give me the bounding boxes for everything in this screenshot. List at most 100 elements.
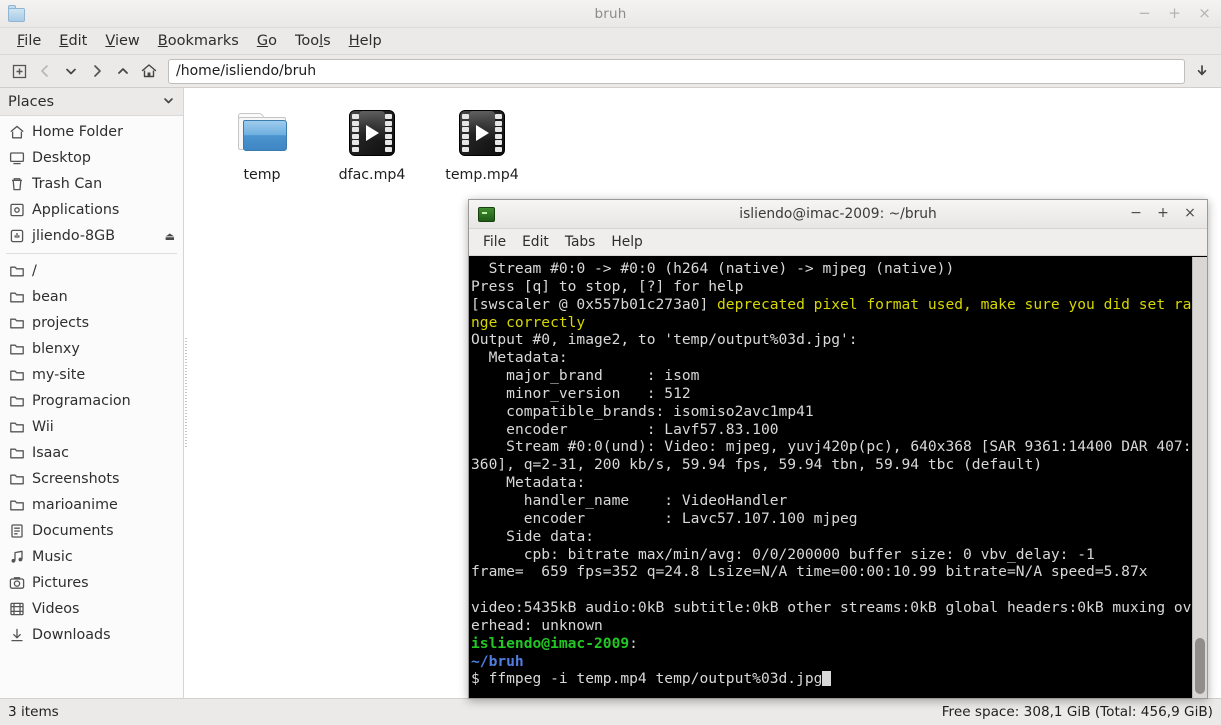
terminal-title: isliendo@imac-2009: ~/bruh: [739, 206, 937, 222]
usb-drive-icon: [8, 228, 25, 245]
maximize-button[interactable]: +: [1167, 6, 1182, 21]
terminal-menu-help[interactable]: Help: [603, 231, 650, 253]
sidebar-item-wii[interactable]: Wii: [0, 414, 183, 440]
statusbar: 3 items Free space: 308,1 GiB (Total: 45…: [0, 698, 1221, 725]
sidebar-item-programacion[interactable]: Programacion: [0, 388, 183, 414]
menu-bookmarks[interactable]: Bookmarks: [149, 30, 248, 52]
music-note-icon: [8, 549, 25, 566]
sidebar-item-marioanime[interactable]: marioanime: [0, 492, 183, 518]
folder-icon: [8, 497, 25, 514]
menu-tools[interactable]: Tools: [286, 30, 340, 52]
terminal-line: Metadata:: [471, 474, 586, 492]
folder-icon: [8, 445, 25, 462]
back-arrow-icon[interactable]: [32, 59, 58, 84]
folder-icon: [8, 419, 25, 436]
sidebar-item-videos[interactable]: Videos: [0, 596, 183, 622]
terminal-scrollbar-thumb[interactable]: [1195, 638, 1205, 694]
forward-arrow-icon[interactable]: [84, 59, 110, 84]
sidebar-item-home-folder[interactable]: Home Folder: [0, 119, 183, 145]
trash-icon: [8, 176, 25, 193]
desktop-icon: [8, 150, 25, 167]
terminal-line: ~/bruh: [471, 652, 524, 670]
terminal-output[interactable]: Stream #0:0 -> #0:0 (h264 (native) -> mj…: [469, 257, 1192, 698]
sidebar-item-label: jliendo-8GB: [32, 228, 116, 244]
path-input[interactable]: /home/isliendo/bruh: [176, 63, 316, 79]
item-count-label: 3 items: [8, 704, 59, 720]
chevron-up-icon[interactable]: [110, 59, 136, 84]
sidebar-item-jliendo-8gb[interactable]: jliendo-8GB ⏏: [0, 223, 183, 249]
sidebar-item-documents[interactable]: Documents: [0, 518, 183, 544]
terminal-line: Output #0, image2, to 'temp/output%03d.j…: [471, 331, 858, 349]
places-header[interactable]: Places: [0, 88, 183, 116]
menu-help[interactable]: Help: [340, 30, 391, 52]
sidebar-item-projects[interactable]: projects: [0, 310, 183, 336]
sidebar-item-bean[interactable]: bean: [0, 284, 183, 310]
terminal-maximize-button[interactable]: +: [1156, 206, 1170, 221]
file-item[interactable]: temp.mp4: [427, 100, 537, 187]
file-item[interactable]: dfac.mp4: [317, 100, 427, 187]
terminal-menu-file[interactable]: File: [475, 231, 514, 253]
sidebar-item-[interactable]: /: [0, 258, 183, 284]
sidebar-item-downloads[interactable]: Downloads: [0, 622, 183, 648]
free-space-label: Free space: 308,1 GiB (Total: 456,9 GiB): [941, 704, 1213, 720]
chevron-down-icon[interactable]: [162, 94, 175, 110]
sidebar-item-label: Home Folder: [32, 124, 123, 140]
sidebar-item-label: Videos: [32, 601, 80, 617]
video-file-icon: [455, 106, 509, 160]
menu-go[interactable]: Go: [248, 30, 286, 52]
places-title: Places: [8, 93, 55, 110]
terminal-menu-edit[interactable]: Edit: [514, 231, 557, 253]
sidebar-item-label: /: [32, 263, 37, 279]
terminal-minimize-button[interactable]: −: [1129, 206, 1143, 221]
terminal-line: handler_name : VideoHandler: [471, 491, 788, 509]
places-list: Home Folder Desktop Trash Can Applications j…: [0, 116, 183, 698]
close-button[interactable]: ×: [1197, 6, 1212, 21]
sidebar-item-trash-can[interactable]: Trash Can: [0, 171, 183, 197]
menu-file[interactable]: File: [8, 30, 50, 52]
down-arrow-icon[interactable]: [1189, 59, 1215, 84]
terminal-titlebar: isliendo@imac-2009: ~/bruh − + ×: [469, 200, 1207, 229]
terminal-window[interactable]: isliendo@imac-2009: ~/bruh − + × File Ed…: [468, 199, 1208, 699]
chevron-down-icon[interactable]: [58, 59, 84, 84]
sidebar-item-applications[interactable]: Applications: [0, 197, 183, 223]
sidebar-item-label: Wii: [32, 419, 54, 435]
minimize-button[interactable]: −: [1137, 6, 1152, 21]
file-label: dfac.mp4: [338, 167, 406, 183]
folder-icon: [8, 341, 25, 358]
file-label: temp: [243, 167, 281, 183]
terminal-line: $ ffmpeg -i temp.mp4 temp/output%03d.jpg: [471, 670, 1192, 688]
window-title: bruh: [594, 5, 627, 22]
terminal-cursor: [822, 671, 832, 687]
new-tab-icon[interactable]: [6, 59, 32, 84]
terminal-line: Stream #0:0 -> #0:0 (h264 (native) -> mj…: [471, 260, 955, 277]
sidebar-item-pictures[interactable]: Pictures: [0, 570, 183, 596]
sidebar-item-label: my-site: [32, 367, 86, 383]
sidebar-item-desktop[interactable]: Desktop: [0, 145, 183, 171]
sidebar-item-blenxy[interactable]: blenxy: [0, 336, 183, 362]
sidebar-item-label: Music: [32, 549, 73, 565]
terminal-line: Press [q] to stop, [?] for help: [471, 277, 744, 295]
file-item[interactable]: temp: [207, 100, 317, 187]
terminal-menu-tabs[interactable]: Tabs: [557, 231, 604, 253]
file-manager-window: bruh − + × File Edit View Bookmarks Go T…: [0, 0, 1221, 725]
terminal-scrollbar[interactable]: [1192, 257, 1207, 698]
eject-icon[interactable]: ⏏: [165, 230, 175, 243]
path-bar[interactable]: /home/isliendo/bruh: [168, 58, 1185, 84]
sidebar-item-my-site[interactable]: my-site: [0, 362, 183, 388]
terminal-body: Stream #0:0 -> #0:0 (h264 (native) -> mj…: [469, 256, 1207, 698]
sidebar-item-screenshots[interactable]: Screenshots: [0, 466, 183, 492]
sidebar-item-isaac[interactable]: Isaac: [0, 440, 183, 466]
terminal-line: encoder : Lavf57.83.100: [471, 420, 779, 438]
menu-edit[interactable]: Edit: [50, 30, 96, 52]
menubar: File Edit View Bookmarks Go Tools Help: [0, 28, 1221, 55]
sidebar-item-music[interactable]: Music: [0, 544, 183, 570]
film-icon: [8, 601, 25, 618]
menu-view[interactable]: View: [96, 30, 148, 52]
sidebar-item-label: marioanime: [32, 497, 118, 513]
download-arrow-icon: [8, 627, 25, 644]
home-icon[interactable]: [136, 59, 162, 84]
folder-icon: [8, 263, 25, 280]
sidebar-item-label: Downloads: [32, 627, 111, 643]
terminal-line: major_brand : isom: [471, 367, 700, 385]
terminal-close-button[interactable]: ×: [1183, 206, 1197, 221]
